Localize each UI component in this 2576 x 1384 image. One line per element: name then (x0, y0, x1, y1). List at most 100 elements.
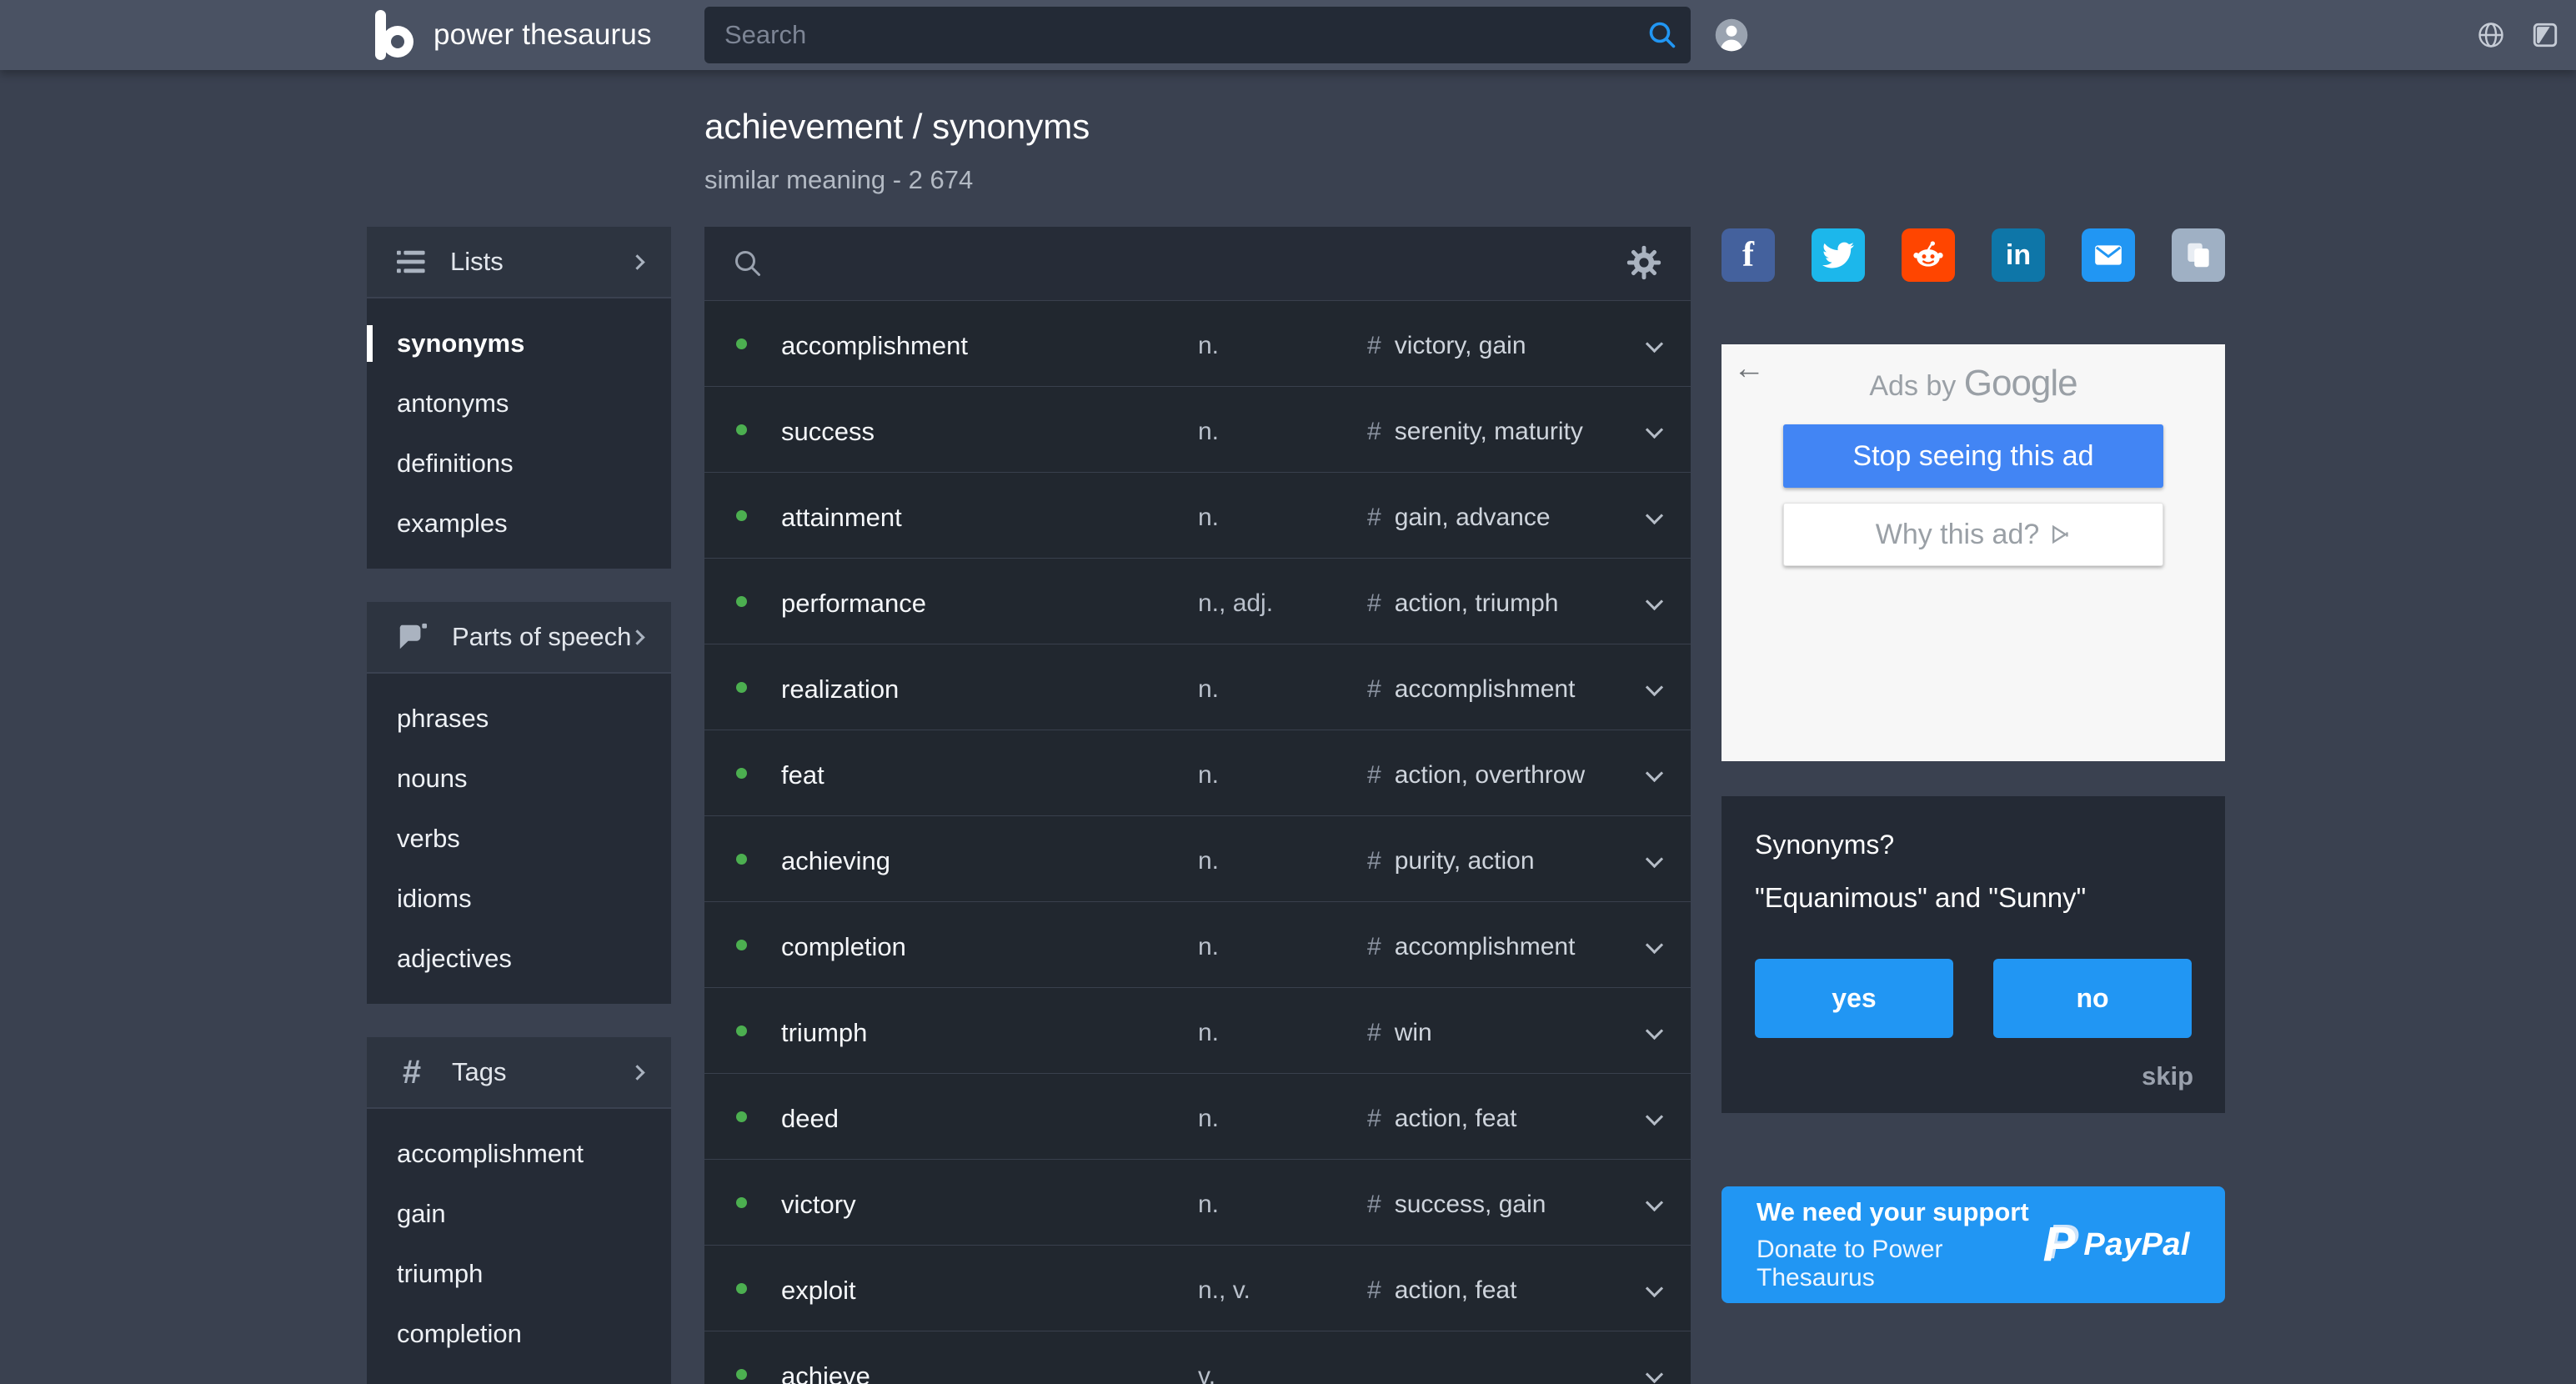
quiz-yes-button[interactable]: yes (1755, 959, 1953, 1038)
table-row[interactable]: achieving n. #purity, action (704, 815, 1691, 901)
table-row[interactable]: success n. #serenity, maturity (704, 386, 1691, 472)
sidebar-item[interactable]: nouns (367, 749, 671, 809)
why-this-ad-button[interactable]: Why this ad? (1783, 503, 2163, 566)
sidebar-item[interactable]: phrases (367, 689, 671, 749)
search-input[interactable] (704, 7, 1691, 63)
hash-icon: # (1367, 1191, 1381, 1218)
global-search (704, 7, 1691, 63)
chevron-down-icon[interactable] (1646, 1108, 1663, 1126)
stop-seeing-ad-button[interactable]: Stop seeing this ad (1783, 424, 2163, 488)
brand-logo[interactable]: power thesaurus (367, 0, 652, 70)
green-dot-icon (736, 1025, 747, 1036)
chevron-down-icon[interactable] (1646, 1022, 1663, 1040)
sidebar-item[interactable]: triumph (367, 1244, 671, 1304)
hash-icon: # (397, 1054, 427, 1091)
chevron-down-icon[interactable] (1646, 936, 1663, 954)
green-dot-icon (736, 1197, 747, 1208)
sidebar-item[interactable]: examples (367, 494, 671, 554)
chevron-right-icon (629, 629, 644, 644)
chevron-down-icon[interactable] (1646, 679, 1663, 696)
green-dot-icon (736, 596, 747, 607)
panel-tags-header[interactable]: # Tags (367, 1037, 671, 1109)
sidebar-item[interactable]: synonyms (367, 313, 671, 374)
sidebar-item[interactable]: completion (367, 1304, 671, 1364)
green-dot-icon (736, 1111, 747, 1122)
share-linkedin-button[interactable]: in (1992, 228, 2045, 282)
chevron-down-icon[interactable] (1646, 1194, 1663, 1211)
list-icon (397, 250, 425, 273)
hash-icon: # (1367, 933, 1381, 960)
table-row[interactable]: deed n. #action, feat (704, 1073, 1691, 1159)
chevron-down-icon[interactable] (1646, 593, 1663, 610)
why-this-ad-label: Why this ad? (1876, 519, 2040, 551)
sidebar-item-label: nouns (397, 764, 467, 793)
tag-list: serenity, maturity (1395, 418, 1583, 445)
donate-subtitle: Donate to Power Thesaurus (1757, 1236, 2043, 1292)
sidebar-item[interactable]: verbs (367, 809, 671, 869)
chevron-down-icon[interactable] (1646, 507, 1663, 524)
table-row[interactable]: completion n. #accomplishment (704, 901, 1691, 987)
chevron-down-icon[interactable] (1646, 1366, 1663, 1383)
table-row[interactable]: realization n. #accomplishment (704, 644, 1691, 730)
green-dot-icon (736, 510, 747, 521)
part-of-speech: n. (1198, 332, 1219, 360)
theme-toggle-button[interactable] (2531, 21, 2559, 49)
table-row[interactable]: victory n. #success, gain (704, 1159, 1691, 1245)
quiz-skip-button[interactable]: skip (2142, 1061, 2193, 1091)
search-submit-button[interactable] (1647, 20, 1677, 50)
green-dot-icon (736, 1283, 747, 1294)
panel-lists-header[interactable]: Lists (367, 227, 671, 298)
share-reddit-button[interactable] (1902, 228, 1955, 282)
share-twitter-button[interactable] (1812, 228, 1865, 282)
tags-cell: #gain, advance (1367, 504, 1551, 532)
donate-banner[interactable]: We need your support Donate to Power The… (1722, 1186, 2225, 1303)
hash-icon: # (1367, 504, 1381, 531)
sidebar-item[interactable]: antonyms (367, 374, 671, 434)
settings-button[interactable] (1626, 245, 1662, 282)
table-row[interactable]: accomplishment n. #victory, gain (704, 300, 1691, 386)
google-logo-text: Google (1964, 363, 2077, 404)
hash-icon: # (1367, 761, 1381, 789)
chevron-down-icon[interactable] (1646, 850, 1663, 868)
sidebar-item-label: verbs (397, 824, 460, 853)
language-button[interactable] (2476, 20, 2506, 50)
table-row[interactable]: feat n. #action, overthrow (704, 730, 1691, 815)
chevron-down-icon[interactable] (1646, 421, 1663, 439)
sidebar-item[interactable]: gain (367, 1184, 671, 1244)
sidebar-item[interactable]: accomplishment (367, 1124, 671, 1184)
sidebar-item[interactable]: adjectives (367, 929, 671, 989)
hash-icon: # (1367, 675, 1381, 703)
sidebar-item-label: antonyms (397, 389, 509, 418)
hash-icon: # (1367, 1019, 1381, 1046)
copy-link-button[interactable] (2172, 228, 2225, 282)
chevron-down-icon[interactable] (1646, 1280, 1663, 1297)
sidebar-item[interactable]: idioms (367, 869, 671, 929)
table-row[interactable]: attainment n. #gain, advance (704, 472, 1691, 558)
panel-tags: # Tags accomplishment gain triumph (367, 1037, 671, 1384)
facebook-icon: f (1742, 235, 1754, 275)
share-email-button[interactable] (2082, 228, 2135, 282)
synonyms-table: accomplishment n. #victory, gain success… (704, 227, 1691, 1384)
quiz-no-button[interactable]: no (1993, 959, 2192, 1038)
chevron-down-icon[interactable] (1646, 335, 1663, 353)
table-row[interactable]: performance n., adj. #action, triumph (704, 558, 1691, 644)
sidebar-item-label: triumph (397, 1259, 483, 1288)
table-row[interactable]: triumph n. #win (704, 987, 1691, 1073)
adchoices-icon (2049, 524, 2071, 545)
panel-parts-of-speech-header[interactable]: Parts of speech (367, 602, 671, 674)
chevron-down-icon[interactable] (1646, 765, 1663, 782)
filter-input[interactable] (779, 248, 1626, 278)
user-avatar[interactable] (1714, 18, 1749, 53)
synonym-word: feat (781, 760, 824, 790)
part-of-speech: n. (1198, 1019, 1219, 1047)
sidebar-item[interactable]: definitions (367, 434, 671, 494)
table-row[interactable]: achieve v. # (704, 1331, 1691, 1384)
part-of-speech: n., adj. (1198, 589, 1273, 618)
speech-bubble-icon (397, 623, 427, 651)
sidebar-item[interactable]: party (367, 1364, 671, 1384)
sidebar-item-label: adjectives (397, 944, 512, 973)
table-row[interactable]: exploit n., v. #action, feat (704, 1245, 1691, 1331)
green-dot-icon (736, 768, 747, 779)
hash-icon: # (1367, 1105, 1381, 1132)
share-facebook-button[interactable]: f (1722, 228, 1775, 282)
